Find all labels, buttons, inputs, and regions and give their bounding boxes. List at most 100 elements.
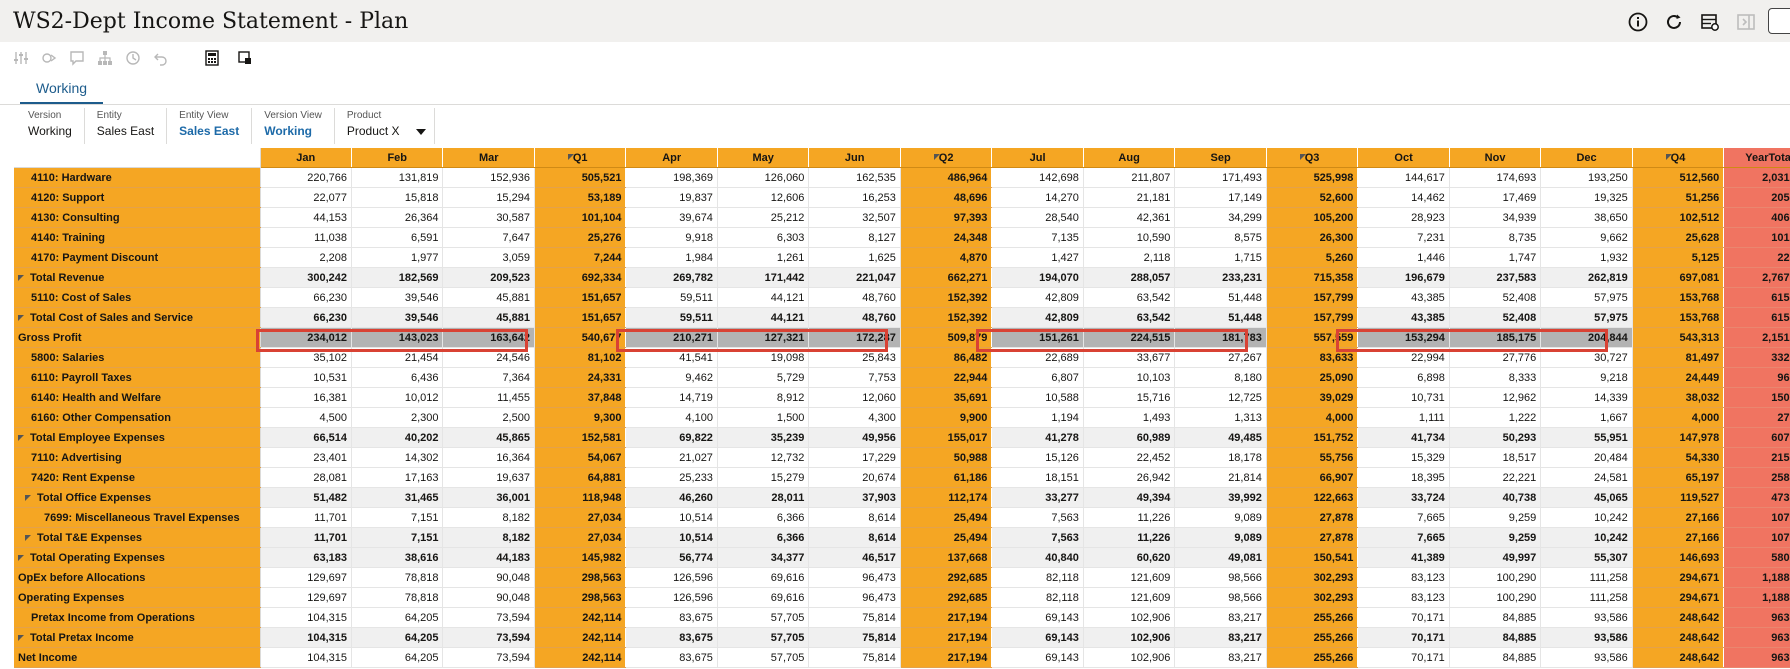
data-cell[interactable]: 8,912 <box>717 387 810 408</box>
data-cell[interactable]: 10,731 <box>1357 387 1450 408</box>
data-cell[interactable]: 1,313 <box>1174 407 1267 428</box>
data-cell[interactable]: 10,103 <box>1083 367 1176 388</box>
data-cell[interactable]: 40,840 <box>991 547 1084 568</box>
data-cell[interactable]: 512,560 <box>1632 167 1725 188</box>
collapse-icon[interactable] <box>933 154 940 160</box>
data-cell[interactable]: 90,048 <box>442 587 535 608</box>
data-cell[interactable]: 242,114 <box>534 607 627 628</box>
data-cell[interactable]: 43,385 <box>1357 287 1450 308</box>
data-cell[interactable]: 30,727 <box>1540 347 1633 368</box>
data-cell[interactable]: 1,932 <box>1540 247 1633 268</box>
data-cell[interactable]: 153,294 <box>1357 327 1450 348</box>
data-cell[interactable]: 111,258 <box>1540 567 1633 588</box>
data-cell[interactable]: 31,465 <box>351 487 444 508</box>
column-header-yeartotal[interactable]: YearTotal <box>1723 148 1790 168</box>
data-cell[interactable]: 143,023 <box>351 327 444 348</box>
data-cell[interactable]: 55,756 <box>1266 447 1359 468</box>
data-cell[interactable]: 147,978 <box>1632 427 1725 448</box>
pov-value-link[interactable]: Sales East <box>179 124 239 138</box>
data-cell[interactable]: 96,473 <box>808 587 901 608</box>
column-header-apr[interactable]: Apr <box>625 148 718 168</box>
data-cell[interactable]: 73,594 <box>442 607 535 628</box>
data-cell[interactable]: 217,194 <box>900 607 993 628</box>
data-cell[interactable]: 126,596 <box>625 567 718 588</box>
data-cell[interactable]: 525,998 <box>1266 167 1359 188</box>
data-cell[interactable]: 1,977 <box>351 247 444 268</box>
row-header[interactable]: 4140: Training <box>14 227 261 248</box>
data-cell[interactable]: 35,102 <box>260 347 353 368</box>
collapse-icon[interactable] <box>18 554 24 561</box>
data-cell[interactable]: 234,012 <box>260 327 353 348</box>
data-cell[interactable]: 96,473 <box>808 567 901 588</box>
data-cell[interactable]: 288,057 <box>1083 267 1176 288</box>
data-cell[interactable]: 38,616 <box>351 547 444 568</box>
row-header[interactable]: Operating Expenses <box>14 587 261 608</box>
data-cell[interactable]: 49,485 <box>1174 427 1267 448</box>
data-cell[interactable]: 24,546 <box>442 347 535 368</box>
data-cell[interactable]: 540,677 <box>534 327 627 348</box>
data-cell[interactable]: 112,174 <box>900 487 993 508</box>
data-cell[interactable]: 54,330 <box>1632 447 1725 468</box>
data-cell[interactable]: 615,616 <box>1723 307 1790 328</box>
data-cell[interactable]: 152,392 <box>900 287 993 308</box>
data-cell[interactable]: 51,482 <box>260 487 353 508</box>
data-cell[interactable]: 64,881 <box>534 467 627 488</box>
collapse-icon[interactable] <box>18 434 24 441</box>
undo-icon[interactable] <box>152 49 170 67</box>
data-cell[interactable]: 9,089 <box>1174 527 1267 548</box>
data-cell[interactable]: 14,302 <box>351 447 444 468</box>
data-cell[interactable]: 21,181 <box>1083 187 1176 208</box>
data-cell[interactable]: 66,907 <box>1266 467 1359 488</box>
data-cell[interactable]: 262,819 <box>1540 267 1633 288</box>
data-cell[interactable]: 27,878 <box>1266 527 1359 548</box>
data-cell[interactable]: 193,250 <box>1540 167 1633 188</box>
table-settings-icon[interactable] <box>1697 9 1723 35</box>
data-cell[interactable]: 205,741 <box>1723 187 1790 208</box>
data-cell[interactable]: 963,216 <box>1723 647 1790 668</box>
data-cell[interactable]: 26,300 <box>1266 227 1359 248</box>
data-cell[interactable]: 5,729 <box>717 367 810 388</box>
data-cell[interactable]: 49,394 <box>1083 487 1176 508</box>
data-cell[interactable]: 25,494 <box>900 507 993 528</box>
data-cell[interactable]: 9,259 <box>1449 527 1542 548</box>
data-cell[interactable]: 27,267 <box>1174 347 1267 368</box>
data-cell[interactable]: 1,188,212 <box>1723 567 1790 588</box>
data-cell[interactable]: 157,799 <box>1266 307 1359 328</box>
data-cell[interactable]: 486,964 <box>900 167 993 188</box>
data-cell[interactable]: 151,657 <box>534 287 627 308</box>
data-cell[interactable]: 51,448 <box>1174 287 1267 308</box>
data-cell[interactable]: 129,697 <box>260 567 353 588</box>
data-cell[interactable]: 28,540 <box>991 207 1084 228</box>
data-cell[interactable]: 27,878 <box>1266 507 1359 528</box>
data-cell[interactable]: 1,222 <box>1449 407 1542 428</box>
data-cell[interactable]: 21,027 <box>625 447 718 468</box>
data-cell[interactable]: 1,188,212 <box>1723 587 1790 608</box>
data-cell[interactable]: 46,517 <box>808 547 901 568</box>
data-cell[interactable]: 1,261 <box>717 247 810 268</box>
data-cell[interactable]: 75,814 <box>808 647 901 668</box>
data-cell[interactable]: 4,500 <box>260 407 353 428</box>
data-cell[interactable]: 255,266 <box>1266 607 1359 628</box>
data-cell[interactable]: 9,662 <box>1540 227 1633 248</box>
data-cell[interactable]: 151,261 <box>991 327 1084 348</box>
data-cell[interactable]: 131,819 <box>351 167 444 188</box>
data-cell[interactable]: 19,098 <box>717 347 810 368</box>
row-header[interactable]: Total Operating Expenses <box>14 547 261 568</box>
data-cell[interactable]: 129,697 <box>260 587 353 608</box>
data-cell[interactable]: 50,293 <box>1449 427 1542 448</box>
data-cell[interactable]: 5,125 <box>1632 247 1725 268</box>
data-cell[interactable]: 10,531 <box>260 367 353 388</box>
data-cell[interactable]: 55,307 <box>1540 547 1633 568</box>
data-cell[interactable]: 14,462 <box>1357 187 1450 208</box>
row-header[interactable]: Total Cost of Sales and Service <box>14 307 261 328</box>
data-cell[interactable]: 580,884 <box>1723 547 1790 568</box>
data-cell[interactable]: 152,581 <box>534 427 627 448</box>
data-cell[interactable]: 9,462 <box>625 367 718 388</box>
info-icon[interactable] <box>1625 9 1651 35</box>
data-cell[interactable]: 63,542 <box>1083 307 1176 328</box>
data-cell[interactable]: 1,500 <box>717 407 810 428</box>
data-cell[interactable]: 41,389 <box>1357 547 1450 568</box>
data-cell[interactable]: 82,118 <box>991 587 1084 608</box>
data-cell[interactable]: 15,716 <box>1083 387 1176 408</box>
data-cell[interactable]: 8,127 <box>808 227 901 248</box>
